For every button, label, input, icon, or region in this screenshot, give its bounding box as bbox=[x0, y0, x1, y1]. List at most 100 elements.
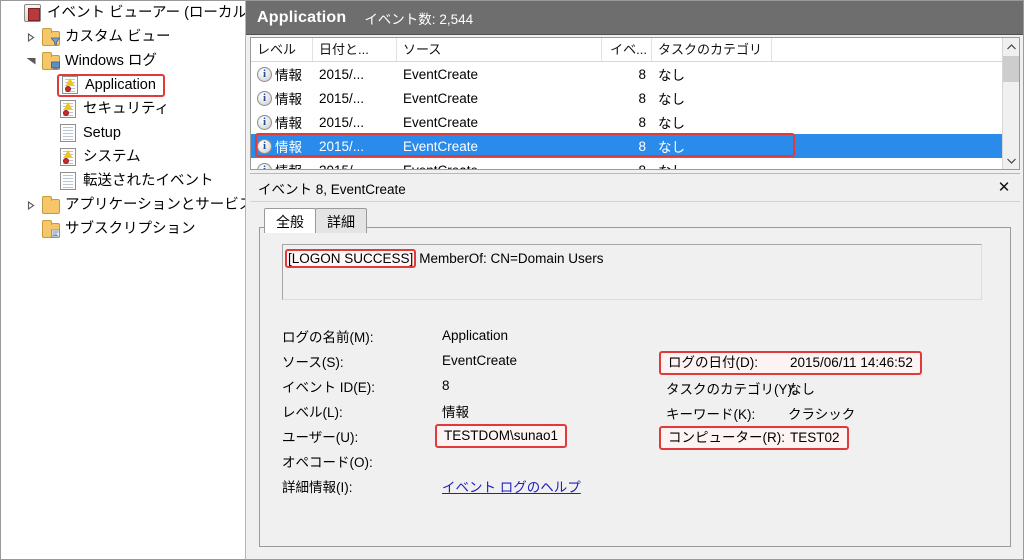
sidebar-item-content[interactable]: セキュリティ bbox=[57, 98, 176, 121]
twisty-placeholder bbox=[41, 73, 57, 97]
results-header: Application イベント数: 2,544 bbox=[246, 1, 1023, 35]
field-label: タスクのカテゴリ(Y): bbox=[666, 381, 796, 397]
event-viewer-window: イベント ビューアー (ローカル) カスタム ビュー Windows ログ Appli… bbox=[0, 0, 1024, 560]
sidebar-item-1[interactable]: カスタム ビュー bbox=[1, 25, 245, 49]
event-level-cell: i情報 bbox=[251, 136, 313, 156]
tab-1[interactable]: 詳細 bbox=[315, 208, 367, 233]
sidebar-item-9[interactable]: サブスクリプション bbox=[1, 217, 245, 241]
column-header-4[interactable]: タスクのカテゴリ bbox=[652, 38, 772, 61]
info-icon: i bbox=[257, 114, 272, 130]
sidebar-item-4[interactable]: セキュリティ bbox=[1, 97, 245, 121]
table-row[interactable]: i情報 2015/... EventCreate 8 なし bbox=[251, 134, 1019, 158]
table-row[interactable]: i情報 2015/... EventCreate 8 なし bbox=[251, 110, 1019, 134]
field-value: クラシック bbox=[788, 406, 856, 422]
tree-item-icon bbox=[60, 172, 78, 190]
column-header-0[interactable]: レベル bbox=[251, 38, 313, 61]
event-task-cell: なし bbox=[658, 140, 685, 155]
event-task-cell: なし bbox=[652, 160, 772, 169]
tree-item-icon bbox=[42, 195, 60, 214]
detail-field-row: レベル(L): 情報 bbox=[282, 398, 567, 423]
tree-item-icon bbox=[60, 100, 78, 118]
sidebar-item-content[interactable]: 転送されたイベント bbox=[57, 170, 221, 193]
event-level-text: 情報 bbox=[275, 68, 302, 83]
sidebar-item-0[interactable]: イベント ビューアー (ローカル) bbox=[1, 1, 245, 25]
sidebar-item-label: Windows ログ bbox=[65, 53, 157, 69]
table-row[interactable]: i情報 2015/... EventCreate 8 なし bbox=[251, 158, 1019, 170]
chevron-expanded-icon[interactable] bbox=[23, 49, 39, 73]
event-log-help-link[interactable]: イベント ログのヘルプ bbox=[442, 476, 581, 496]
event-detail-pane: イベント 8, EventCreate ✕ 全般 詳細 [LOGON SUCCES… bbox=[250, 173, 1020, 555]
event-list-header[interactable]: レベル 日付と... ソース イベ... タスクのカテゴリ bbox=[251, 38, 1019, 62]
event-level-text: 情報 bbox=[275, 140, 302, 155]
sidebar-item-content[interactable]: Windows ログ bbox=[39, 50, 164, 73]
sidebar-item-8[interactable]: アプリケーションとサービス ログ bbox=[1, 193, 245, 217]
detail-field-row: ユーザー(U): TESTDOM\sunao1 bbox=[282, 423, 568, 448]
detail-field-row: タスクのカテゴリ(Y): なし bbox=[666, 375, 922, 400]
event-list-scrollbar[interactable] bbox=[1002, 38, 1019, 169]
scrollbar-thumb[interactable] bbox=[1003, 56, 1019, 82]
column-header-1[interactable]: 日付と... bbox=[313, 38, 397, 61]
sidebar-item-content[interactable]: サブスクリプション bbox=[39, 218, 203, 241]
event-date-cell: 2015/... bbox=[319, 138, 365, 154]
detail-field-row: ログの日付(D): 2015/06/11 14:46:52 bbox=[659, 350, 922, 375]
tree-item-icon bbox=[42, 219, 60, 238]
sidebar-item-3[interactable]: Application bbox=[1, 73, 245, 97]
chevron-collapsed-icon[interactable] bbox=[23, 25, 39, 49]
twisty-placeholder bbox=[5, 1, 21, 25]
detail-tab-body: [LOGON SUCCESS] MemberOf: CN=Domain Users… bbox=[259, 227, 1011, 547]
sidebar-item-label: Setup bbox=[83, 125, 121, 141]
field-value: 情報 bbox=[442, 404, 469, 420]
chevron-collapsed-icon[interactable] bbox=[23, 193, 39, 217]
sidebar-item-label: アプリケーションとサービス ログ bbox=[65, 197, 245, 213]
log-warn-icon bbox=[62, 76, 78, 94]
sidebar-item-content[interactable]: Setup bbox=[57, 122, 128, 145]
sidebar-item-label: サブスクリプション bbox=[65, 221, 196, 237]
field-value: TEST02 bbox=[790, 429, 840, 445]
console-tree-pane[interactable]: イベント ビューアー (ローカル) カスタム ビュー Windows ログ Appli… bbox=[0, 0, 245, 560]
field-value: 8 bbox=[442, 378, 450, 393]
event-level-cell: i情報 bbox=[251, 64, 313, 84]
detail-fields-left: ログの名前(M): Application ソース(S): EventCreate イベ… bbox=[282, 323, 568, 473]
sidebar-item-2[interactable]: Windows ログ bbox=[1, 49, 245, 73]
logon-success-tag: [LOGON SUCCESS] bbox=[285, 249, 417, 268]
twisty-placeholder bbox=[23, 217, 39, 241]
event-description: [LOGON SUCCESS] MemberOf: CN=Domain Users bbox=[282, 244, 982, 300]
event-list-rows[interactable]: i 情報 2015/... EventCreate 8 なし i 情報 2015/... Even… bbox=[251, 62, 1019, 170]
sidebar-item-content[interactable]: Application bbox=[57, 73, 165, 97]
sidebar-item-label: Application bbox=[85, 77, 156, 93]
folder-icon bbox=[42, 195, 60, 214]
field-label: コンピューター(R): bbox=[668, 429, 785, 445]
table-row[interactable]: i情報 2015/... EventCreate 8 なし bbox=[251, 62, 1019, 86]
field-value: EventCreate bbox=[442, 353, 518, 368]
sidebar-item-content[interactable]: アプリケーションとサービス ログ bbox=[39, 194, 245, 217]
detail-more-info-row: 詳細情報(I): イベント ログのヘルプ bbox=[282, 473, 581, 498]
event-level-text: 情報 bbox=[275, 160, 302, 169]
scroll-up-icon[interactable] bbox=[1003, 38, 1019, 55]
event-date-cell: 2015/... bbox=[319, 162, 365, 170]
detail-field-row: オペコード(O): bbox=[282, 448, 567, 473]
sidebar-item-content[interactable]: イベント ビューアー (ローカル) bbox=[21, 2, 245, 25]
detail-field-row: イベント ID(E): 8 bbox=[282, 373, 567, 398]
column-header-5[interactable] bbox=[772, 38, 1019, 61]
sidebar-item-7[interactable]: 転送されたイベント bbox=[1, 169, 245, 193]
tree-item-icon bbox=[60, 124, 78, 142]
tab-0[interactable]: 全般 bbox=[264, 208, 316, 233]
sidebar-item-label: カスタム ビュー bbox=[65, 29, 171, 45]
table-row[interactable]: i情報 2015/... EventCreate 8 なし bbox=[251, 86, 1019, 110]
event-level-text: 情報 bbox=[275, 116, 302, 131]
event-id-cell: 8 bbox=[638, 90, 646, 106]
column-header-3[interactable]: イベ... bbox=[602, 38, 652, 61]
tree-item-icon bbox=[42, 27, 60, 46]
event-source-cell: EventCreate bbox=[403, 90, 479, 106]
close-icon[interactable]: ✕ bbox=[994, 177, 1014, 197]
scroll-down-icon[interactable] bbox=[1003, 152, 1019, 169]
column-header-2[interactable]: ソース bbox=[397, 38, 602, 61]
sidebar-item-5[interactable]: Setup bbox=[1, 121, 245, 145]
sidebar-item-6[interactable]: システム bbox=[1, 145, 245, 169]
event-viewer-icon bbox=[24, 4, 41, 22]
detail-tabs[interactable]: 全般 詳細 bbox=[264, 208, 1020, 233]
sidebar-item-content[interactable]: カスタム ビュー bbox=[39, 26, 178, 49]
field-label: ユーザー(U): bbox=[282, 429, 359, 445]
sidebar-item-content[interactable]: システム bbox=[57, 146, 148, 169]
event-list[interactable]: レベル 日付と... ソース イベ... タスクのカテゴリ i 情報 2015/... Eve… bbox=[250, 37, 1020, 170]
